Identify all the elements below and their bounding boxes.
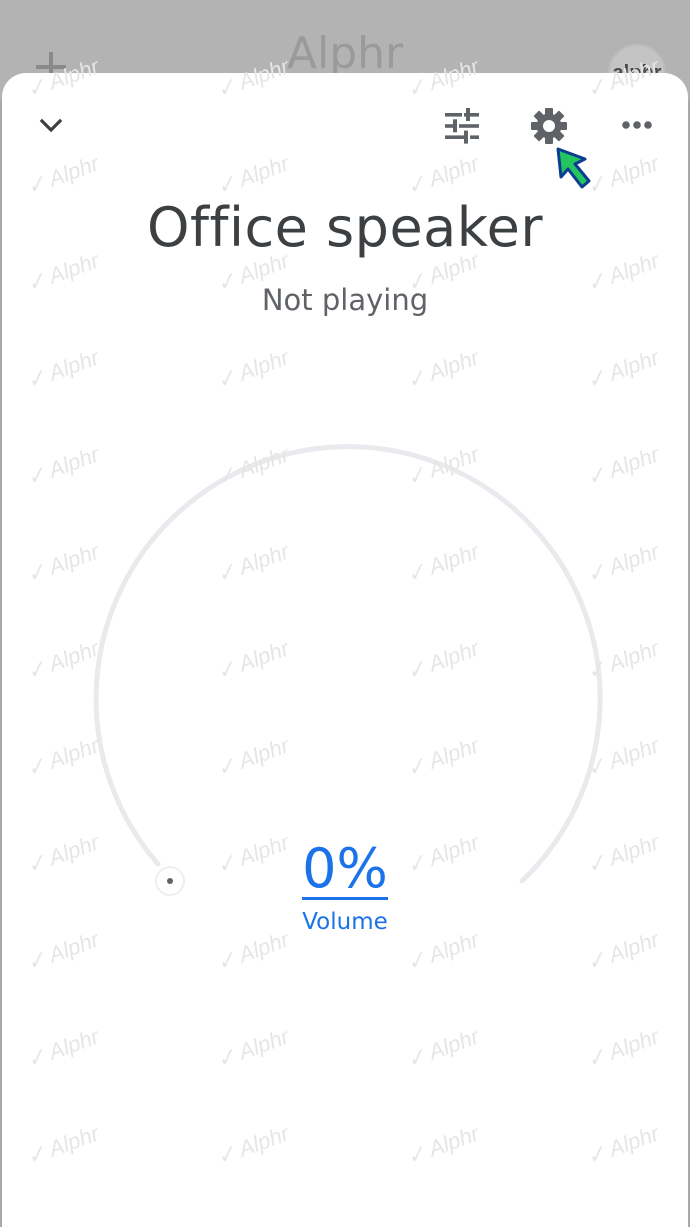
- background-app-title: Alphr: [286, 28, 404, 79]
- volume-dial-track[interactable]: [93, 444, 603, 884]
- volume-value-underline: [302, 897, 388, 900]
- volume-label: Volume: [302, 909, 388, 935]
- volume-value[interactable]: 0%: [2, 837, 688, 900]
- device-control-sheet: Office speaker Not playing 0% Volume: [2, 73, 688, 1227]
- volume-dial[interactable]: [2, 73, 688, 1227]
